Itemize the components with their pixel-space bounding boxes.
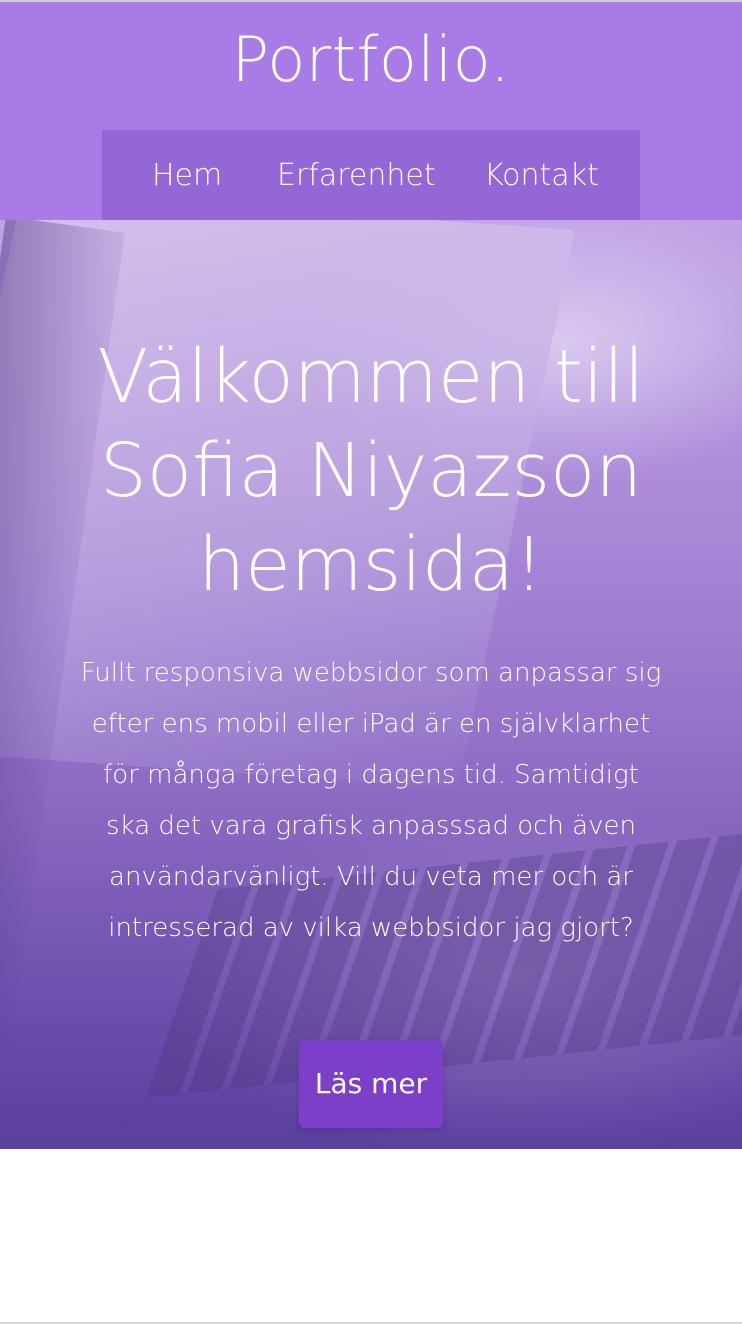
hero-title: Välkommen till Sofia Niyazson hemsida! [97, 334, 645, 608]
page: Portfolio. Hem Erfarenhet Kontakt Välkom… [0, 0, 742, 1324]
nav-item-hem[interactable]: Hem [152, 158, 222, 194]
nav-item-erfarenhet[interactable]: Erfarenhet [277, 158, 436, 194]
site-header: Portfolio. Hem Erfarenhet Kontakt [0, 2, 742, 220]
nav-item-kontakt[interactable]: Kontakt [484, 158, 599, 194]
hero-section: Välkommen till Sofia Niyazson hemsida! F… [0, 220, 742, 1149]
site-logo[interactable]: Portfolio. [0, 24, 742, 96]
hero-description: Fullt responsiva webbsidor som anpassar … [80, 658, 662, 943]
read-more-button[interactable]: Läs mer [299, 1040, 443, 1128]
main-nav: Hem Erfarenhet Kontakt [102, 130, 640, 220]
